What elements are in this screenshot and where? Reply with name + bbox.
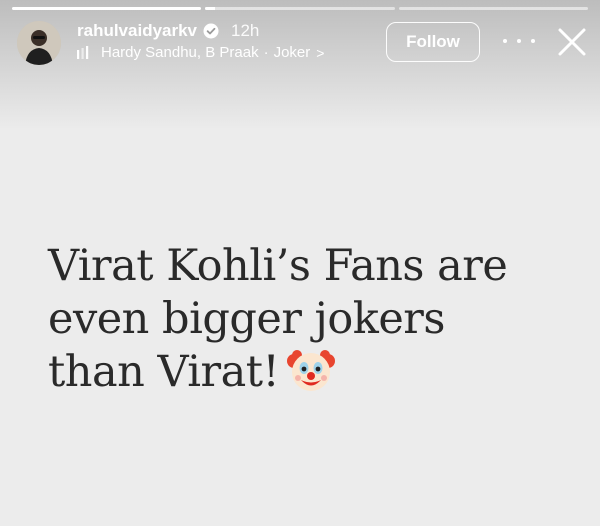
clown-face-icon [287,350,336,391]
chevron-right-icon: > [316,44,325,61]
music-artists: Hardy Sandhu, B Praak [101,44,259,61]
story-line-2: even bigger jokers [48,294,445,344]
progress-segment [205,7,395,10]
more-dot-icon [531,39,535,43]
progress-fill [205,7,215,10]
username[interactable]: rahulvaidyarkv [77,21,197,41]
story-text: Virat Kohli’s Fans are even bigger joker… [48,240,588,399]
more-dot-icon [517,39,521,43]
story-progress [12,7,588,10]
progress-fill [12,7,202,10]
music-bars-icon [77,46,89,59]
header-gradient [0,0,600,130]
story-line-1: Virat Kohli’s Fans are [48,241,508,291]
more-options-button[interactable] [503,31,535,51]
avatar[interactable] [17,21,61,65]
avatar-image [17,21,61,65]
verified-badge-icon [203,23,219,39]
story-user-info: rahulvaidyarkv 12h [77,21,259,41]
progress-segment [12,7,202,10]
progress-segment [398,7,588,10]
close-icon[interactable] [556,26,588,58]
music-attribution[interactable]: Hardy Sandhu, B Praak · Joker > [77,44,324,61]
story-line-3: than Virat! [48,346,588,399]
music-song: Joker [273,44,311,61]
timestamp: 12h [231,21,260,40]
more-dot-icon [503,39,507,43]
story-line-3-text: than Virat! [48,347,280,397]
music-separator: · [263,44,269,61]
follow-button[interactable]: Follow [386,22,480,62]
